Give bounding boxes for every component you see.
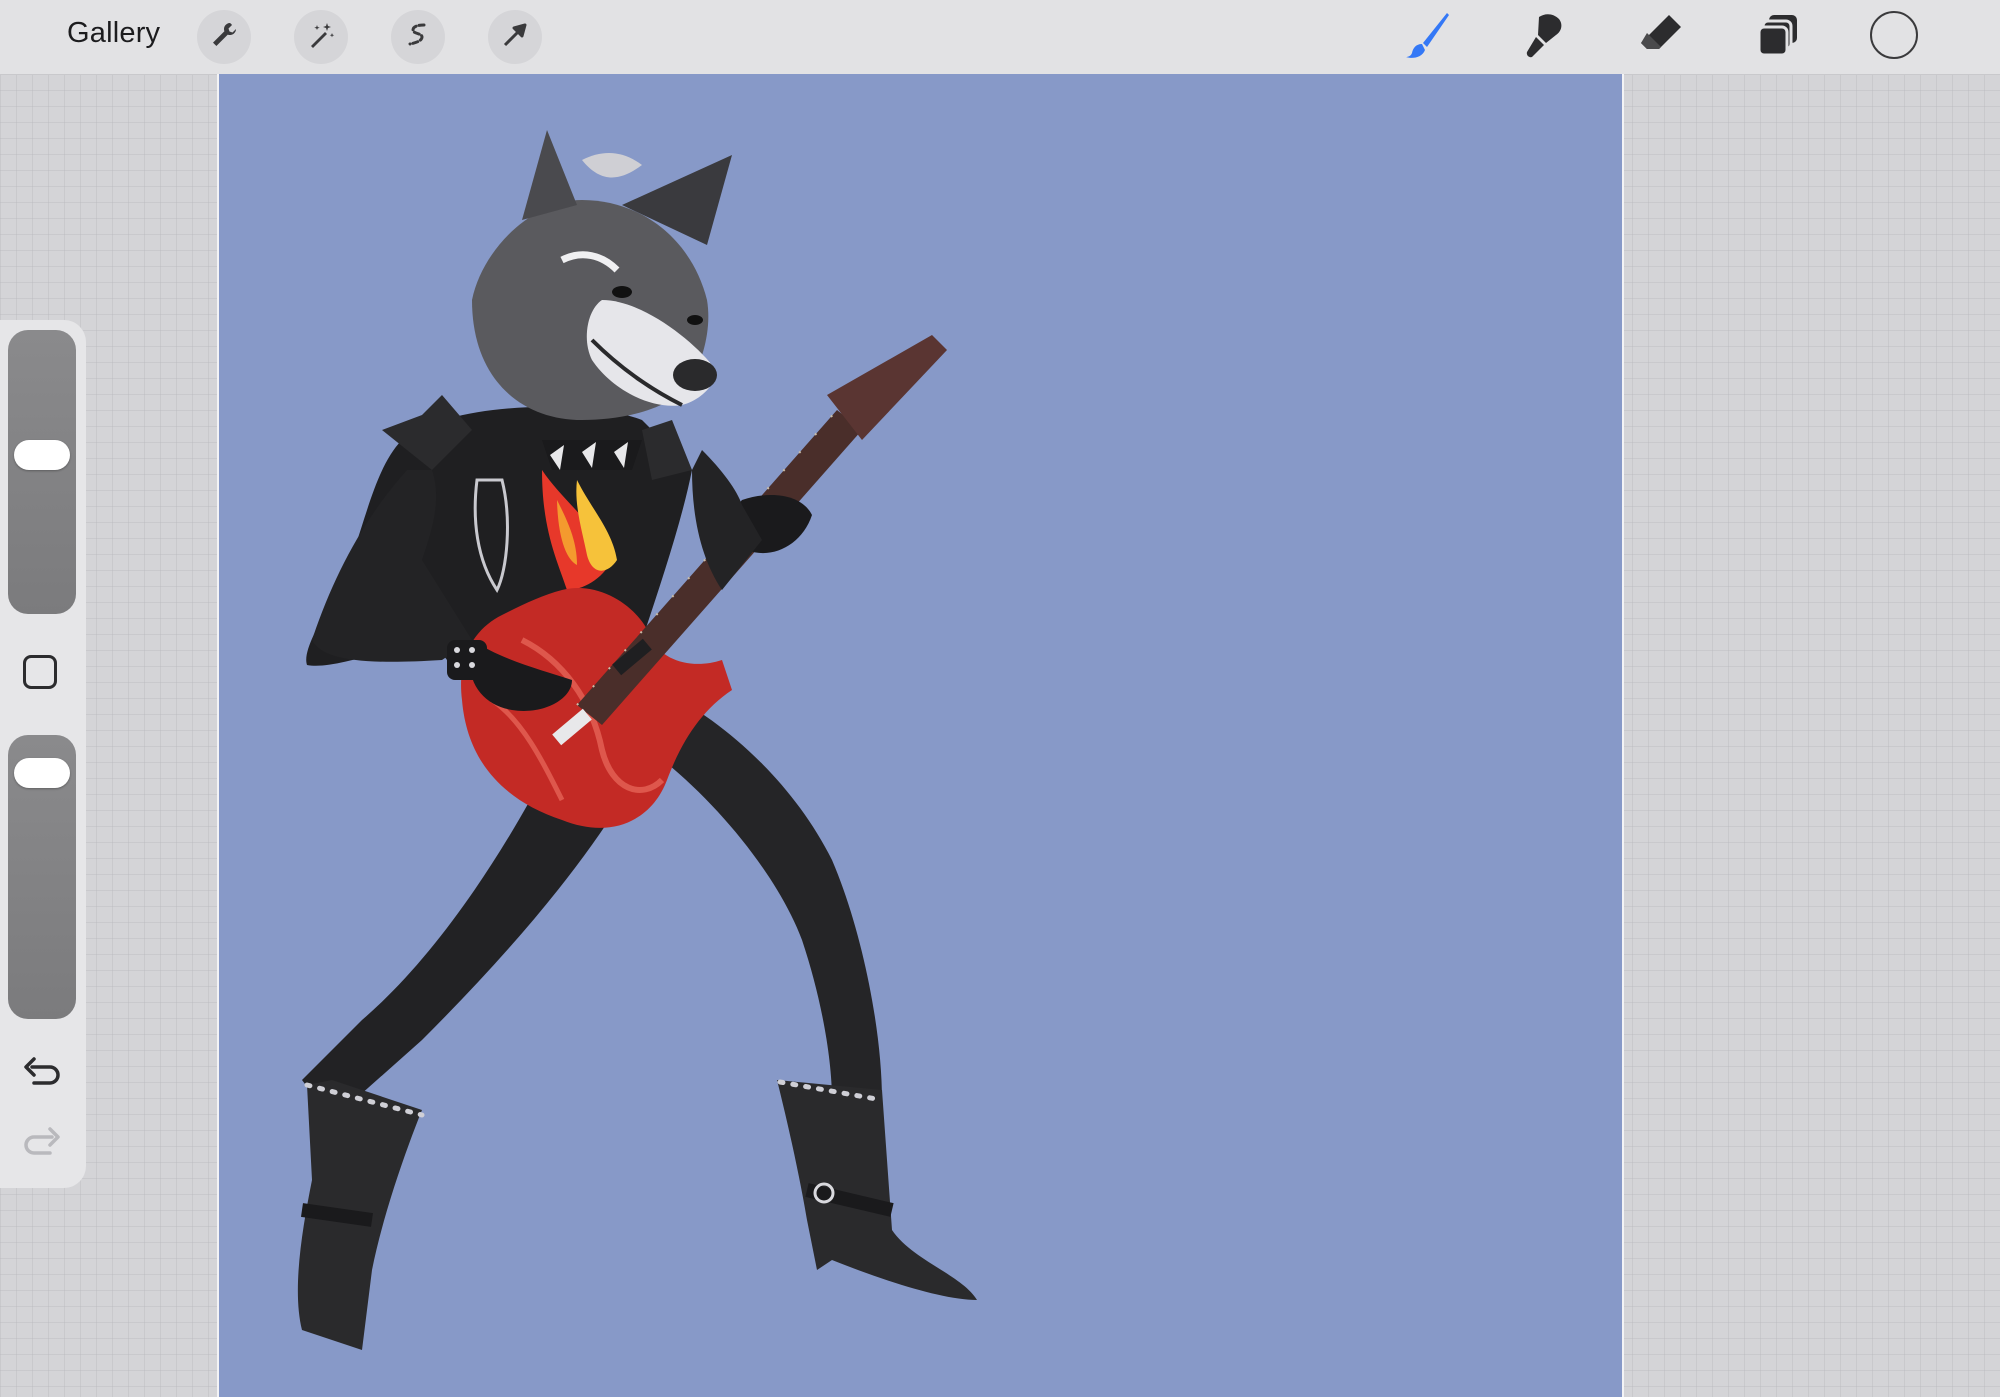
modify-button[interactable] — [23, 655, 57, 689]
brush-size-slider[interactable] — [8, 330, 76, 614]
transform-arrow-icon — [499, 19, 531, 56]
brush-size-thumb[interactable] — [14, 440, 70, 471]
undo-button[interactable] — [20, 1053, 64, 1093]
opacity-thumb[interactable] — [14, 757, 70, 788]
smudge-tool-button[interactable] — [1517, 9, 1573, 65]
left-sidebar — [0, 320, 86, 1188]
brush-tool-button[interactable] — [1399, 9, 1455, 65]
transform-button[interactable] — [488, 10, 542, 64]
eraser-icon — [1635, 9, 1687, 66]
wrench-icon — [208, 19, 240, 56]
eraser-tool-button[interactable] — [1633, 9, 1689, 65]
top-toolbar: Gallery — [0, 0, 2000, 75]
layers-button[interactable] — [1751, 9, 1807, 65]
opacity-slider[interactable] — [8, 735, 76, 1019]
actions-button[interactable] — [197, 10, 251, 64]
gallery-button[interactable]: Gallery — [67, 17, 160, 50]
brush-icon — [1401, 9, 1453, 66]
drawing-canvas[interactable] — [217, 74, 1624, 1397]
smudge-icon — [1519, 9, 1571, 66]
selection-button[interactable] — [391, 10, 445, 64]
wolf-guitarist-artwork — [297, 130, 977, 1350]
layers-icon — [1753, 9, 1805, 66]
adjustments-button[interactable] — [294, 10, 348, 64]
selection-s-icon — [402, 19, 434, 56]
magic-wand-icon — [305, 19, 337, 56]
redo-button[interactable] — [20, 1123, 64, 1163]
undo-icon — [20, 1057, 64, 1097]
color-picker-button[interactable] — [1870, 11, 1918, 59]
redo-icon — [20, 1127, 64, 1167]
